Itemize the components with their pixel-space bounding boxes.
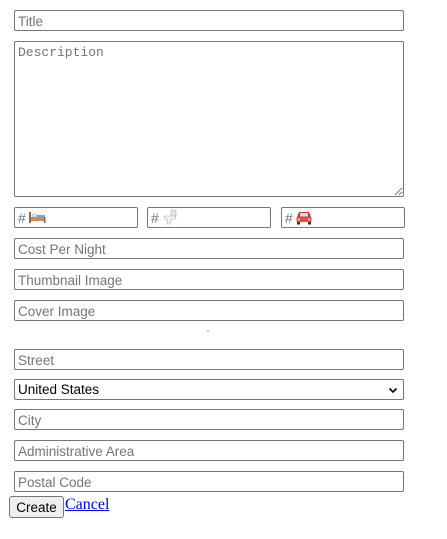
country-selected-value: United States xyxy=(18,382,100,397)
cover-image-input[interactable] xyxy=(14,300,404,321)
cost-per-night-input[interactable] xyxy=(14,238,404,259)
create-button[interactable]: Create xyxy=(9,496,64,518)
city-input[interactable] xyxy=(14,409,404,430)
country-select[interactable]: United States xyxy=(14,379,404,400)
administrative-area-input[interactable] xyxy=(14,440,404,461)
title-input[interactable] xyxy=(14,10,404,31)
chevron-down-icon xyxy=(388,387,398,393)
parking-field xyxy=(281,207,405,228)
postal-code-input[interactable] xyxy=(14,471,404,492)
bedrooms-input[interactable] xyxy=(14,207,138,228)
parking-input[interactable] xyxy=(281,207,405,228)
description-textarea[interactable] xyxy=(14,41,404,197)
spacer-dot xyxy=(207,330,209,332)
bedrooms-field xyxy=(14,207,138,228)
cancel-link[interactable]: Cancel xyxy=(65,496,109,514)
street-input[interactable] xyxy=(14,349,404,370)
bathrooms-input[interactable] xyxy=(147,207,271,228)
thumbnail-image-input[interactable] xyxy=(14,269,404,290)
bathrooms-field xyxy=(147,207,271,228)
